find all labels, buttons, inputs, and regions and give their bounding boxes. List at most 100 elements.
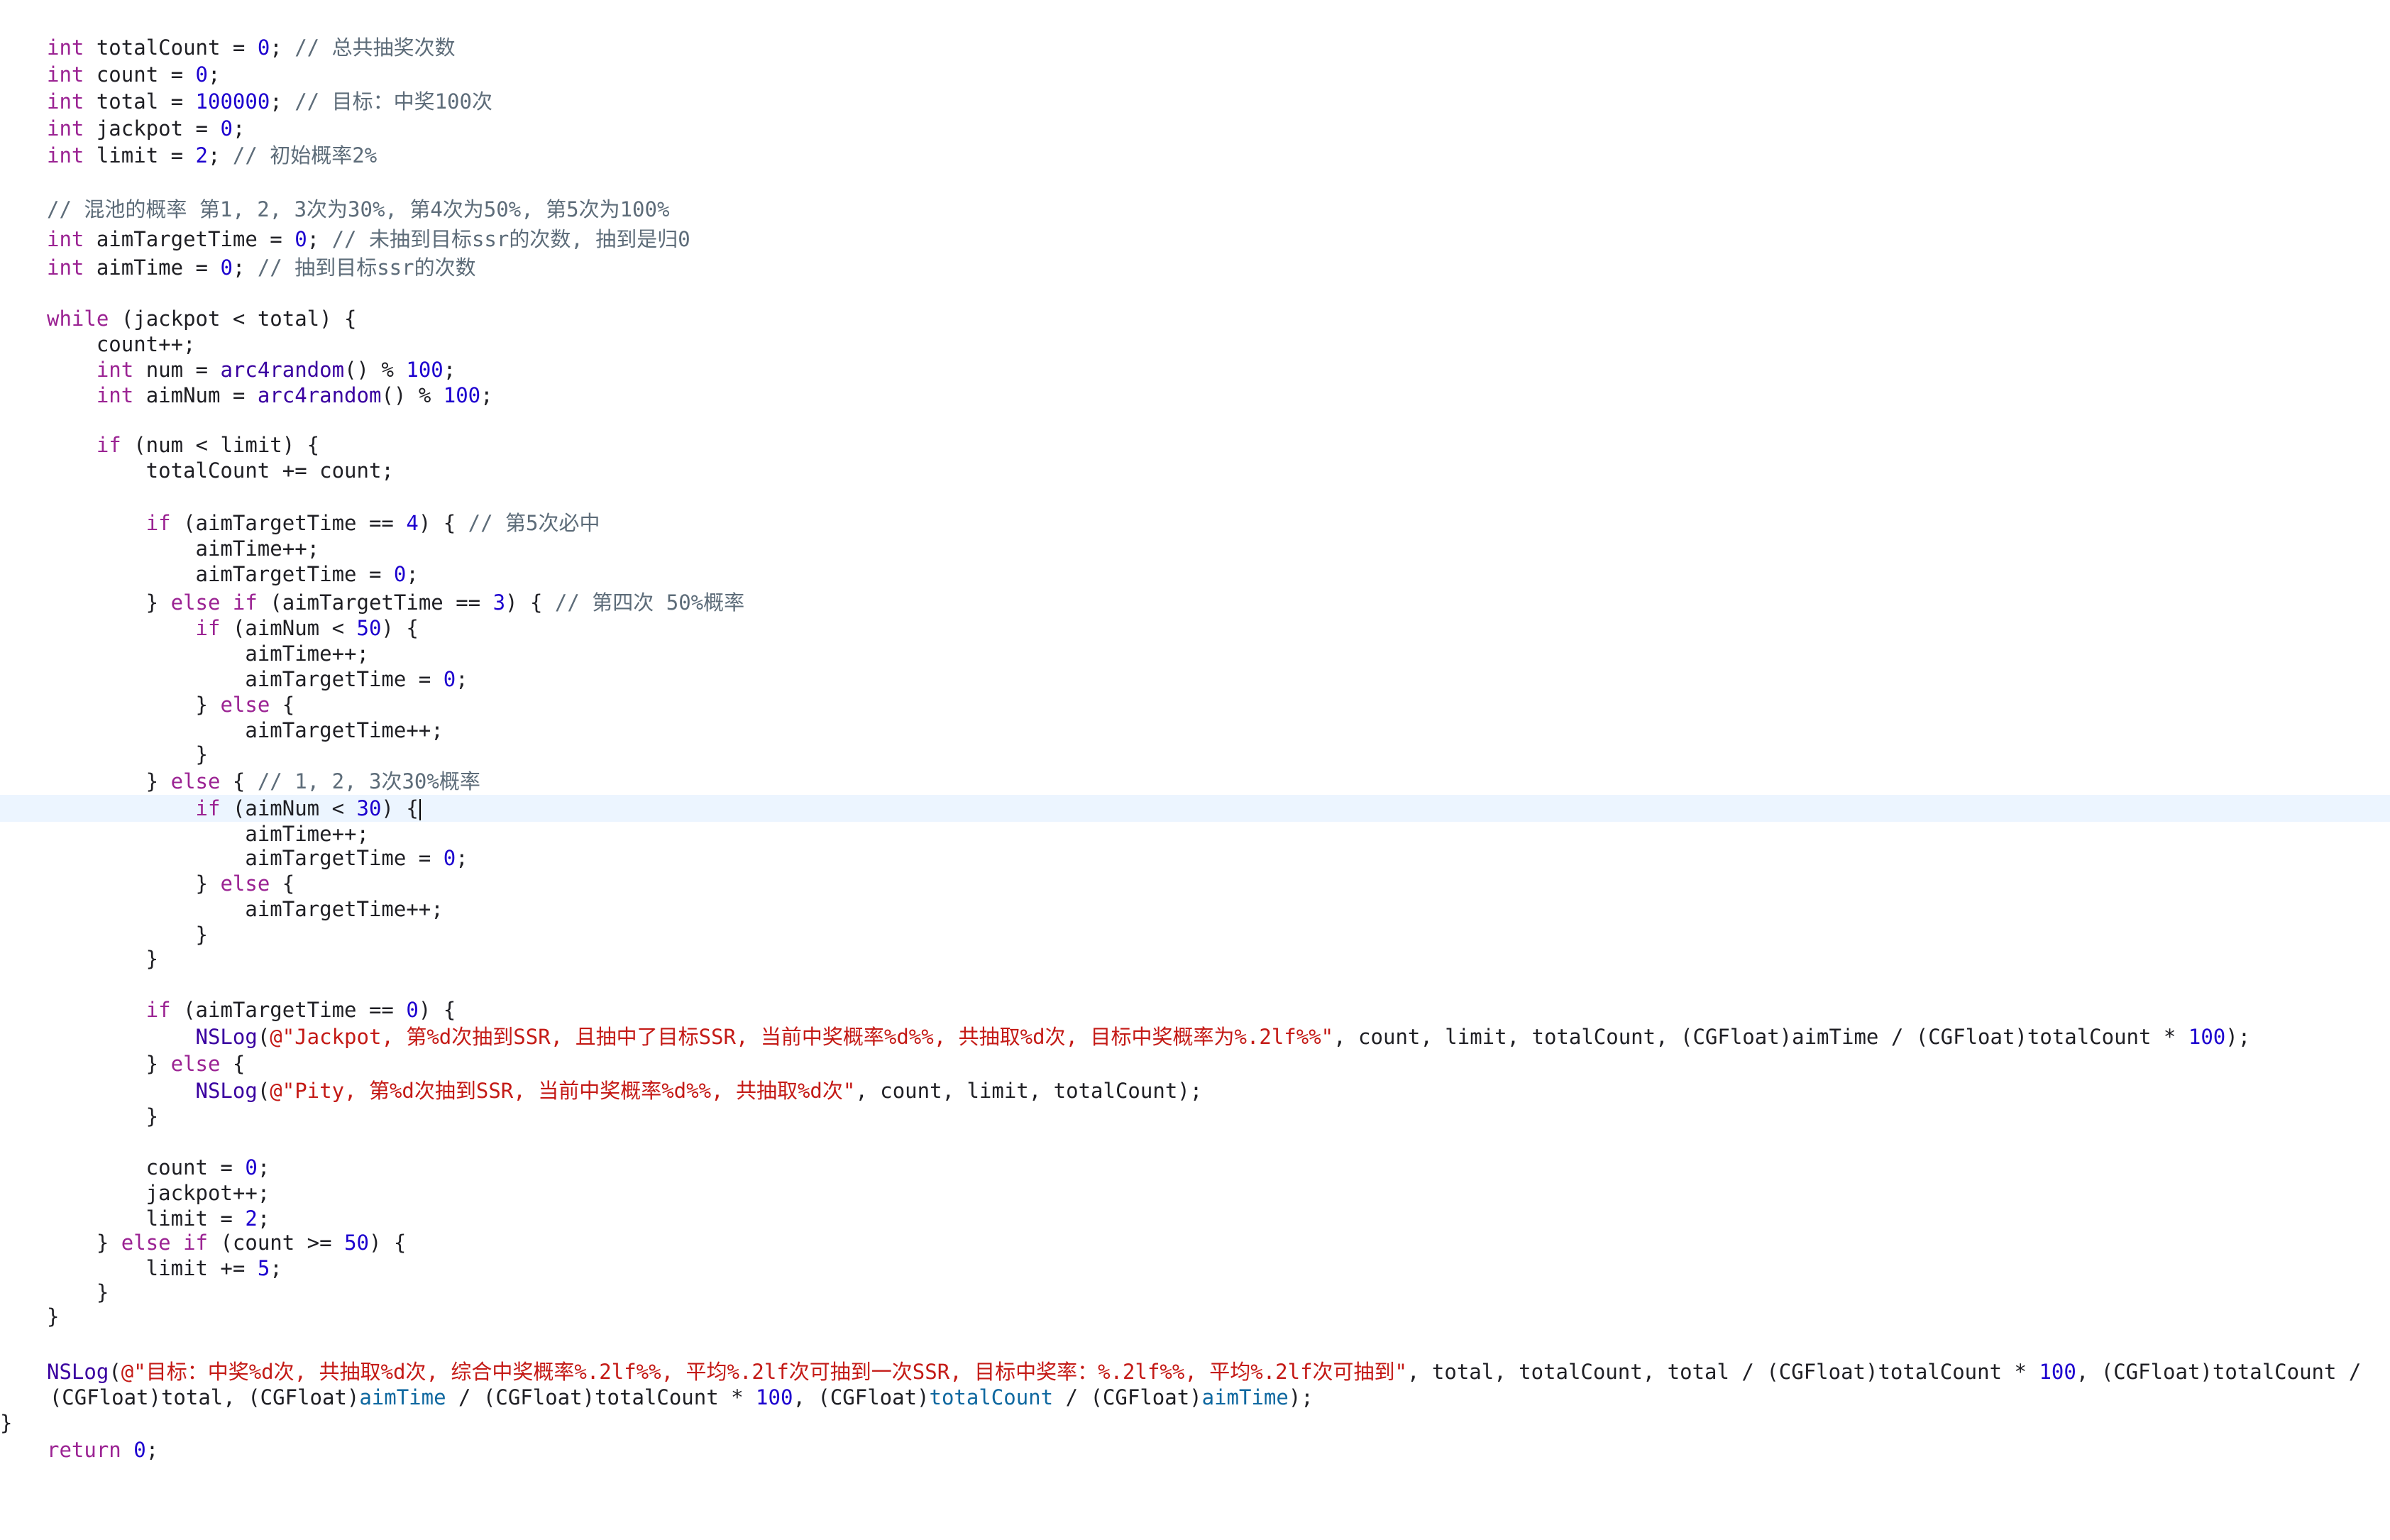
- code-token: aimTime++;: [47, 537, 320, 561]
- code-token: (: [109, 1360, 121, 1384]
- code-token: return: [47, 1438, 121, 1462]
- code-line[interactable]: }: [0, 741, 2390, 768]
- code-line[interactable]: aimTargetTime++;: [0, 717, 2390, 744]
- code-token: {: [270, 871, 295, 896]
- code-line[interactable]: count++;: [0, 331, 2390, 358]
- code-text: int totalCount = 0; // 总共抽奖次数: [47, 34, 456, 61]
- code-line[interactable]: }: [0, 921, 2390, 948]
- code-line[interactable]: int aimTime = 0; // 抽到目标ssr的次数: [0, 254, 2390, 281]
- code-line[interactable]: int totalCount = 0; // 总共抽奖次数: [0, 34, 2390, 61]
- code-line[interactable]: limit += 5;: [0, 1255, 2390, 1282]
- code-line[interactable]: if (aimTargetTime == 4) { // 第5次必中: [0, 510, 2390, 537]
- code-line[interactable]: [0, 971, 2390, 998]
- code-line[interactable]: int total = 100000; // 目标：中奖100次: [0, 88, 2390, 115]
- code-line[interactable]: totalCount += count;: [0, 457, 2390, 484]
- code-line[interactable]: }: [0, 945, 2390, 972]
- code-token: );: [1288, 1385, 1314, 1409]
- code-editor[interactable]: int totalCount = 0; // 总共抽奖次数 int count =…: [0, 0, 2390, 1540]
- code-token: ;: [307, 227, 332, 251]
- code-token: count =: [47, 1155, 246, 1179]
- code-line[interactable]: int num = arc4random() % 100;: [0, 356, 2390, 383]
- code-token: // 第四次 50%概率: [554, 590, 745, 615]
- code-text: }: [47, 741, 208, 768]
- code-line[interactable]: } else if (count >= 50) {: [0, 1229, 2390, 1256]
- code-token: else: [121, 1231, 171, 1255]
- code-token: // 未抽到目标ssr的次数, 抽到是归0: [331, 227, 690, 251]
- code-line[interactable]: aimTargetTime++;: [0, 896, 2390, 923]
- code-line[interactable]: [0, 169, 2390, 196]
- code-line[interactable]: int aimTargetTime = 0; // 未抽到目标ssr的次数, 抽…: [0, 226, 2390, 253]
- code-text: if (aimTargetTime == 4) { // 第5次必中: [47, 510, 600, 537]
- code-text: limit += 5;: [47, 1255, 282, 1282]
- code-line[interactable]: NSLog(@"Pity, 第%d次抽到SSR, 当前中奖概率%d%%, 共抽取…: [0, 1077, 2390, 1104]
- code-line[interactable]: int jackpot = 0;: [0, 115, 2390, 142]
- code-line[interactable]: } else {: [0, 870, 2390, 897]
- code-line[interactable]: } else { // 1, 2, 3次30%概率: [0, 768, 2390, 795]
- code-line[interactable]: aimTargetTime = 0;: [0, 666, 2390, 693]
- code-line[interactable]: [0, 407, 2390, 434]
- code-line[interactable]: } else if (aimTargetTime == 3) { // 第四次 …: [0, 589, 2390, 616]
- code-line[interactable]: if (aimNum < 30) {: [0, 795, 2390, 822]
- code-line[interactable]: NSLog(@"目标：中奖%d次, 共抽取%d次, 综合中奖概率%.2lf%%,…: [0, 1358, 2390, 1385]
- code-token: }: [47, 693, 221, 717]
- code-line[interactable]: } else {: [0, 1050, 2390, 1077]
- code-token: ;: [232, 116, 246, 141]
- code-token: else: [220, 871, 270, 896]
- code-line[interactable]: aimTargetTime = 0;: [0, 845, 2390, 871]
- code-line[interactable]: int count = 0;: [0, 61, 2390, 88]
- code-line[interactable]: count = 0;: [0, 1154, 2390, 1181]
- code-token: }: [47, 1280, 109, 1304]
- code-line[interactable]: aimTime++;: [0, 535, 2390, 562]
- code-line[interactable]: }: [0, 1279, 2390, 1306]
- code-line[interactable]: [0, 1128, 2390, 1155]
- code-token: }: [47, 923, 208, 947]
- code-token: , (CGFloat): [793, 1385, 930, 1409]
- code-line[interactable]: } else {: [0, 691, 2390, 718]
- code-line[interactable]: // 混池的概率 第1, 2, 3次为30%, 第4次为50%, 第5次为100…: [0, 196, 2390, 223]
- code-line[interactable]: aimTime++;: [0, 820, 2390, 847]
- code-token: // 第5次必中: [468, 511, 600, 535]
- code-line[interactable]: (CGFloat)total, (CGFloat)aimTime / (CGFl…: [0, 1384, 2390, 1411]
- code-token: NSLog: [195, 1079, 258, 1103]
- code-token: int: [47, 143, 84, 167]
- code-line[interactable]: return 0;: [0, 1436, 2390, 1463]
- code-line[interactable]: while (jackpot < total) {: [0, 305, 2390, 332]
- code-token: , count, limit, totalCount);: [855, 1079, 1203, 1103]
- code-text: int total = 100000; // 目标：中奖100次: [47, 88, 492, 115]
- code-token: 0: [245, 1155, 258, 1179]
- code-line[interactable]: if (aimNum < 50) {: [0, 615, 2390, 642]
- code-line[interactable]: jackpot++;: [0, 1179, 2390, 1206]
- code-line[interactable]: limit = 2;: [0, 1205, 2390, 1232]
- code-token: ) {: [505, 590, 555, 615]
- code-line[interactable]: NSLog(@"Jackpot, 第%d次抽到SSR, 且抽中了目标SSR, 当…: [0, 1023, 2390, 1050]
- code-token: // 初始概率2%: [232, 143, 378, 167]
- code-line[interactable]: int aimNum = arc4random() % 100;: [0, 382, 2390, 409]
- code-line[interactable]: }: [0, 1103, 2390, 1130]
- code-line[interactable]: int limit = 2; // 初始概率2%: [0, 142, 2390, 169]
- code-line[interactable]: if (aimTargetTime == 0) {: [0, 996, 2390, 1023]
- code-token: 30: [356, 796, 382, 820]
- code-token: else: [220, 693, 270, 717]
- code-line[interactable]: if (num < limit) {: [0, 431, 2390, 458]
- code-text: aimTargetTime++;: [47, 717, 443, 744]
- code-line[interactable]: }: [0, 1303, 2390, 1330]
- code-token: 0: [393, 562, 407, 586]
- code-text: if (aimNum < 30) {: [47, 795, 421, 822]
- code-text: int limit = 2; // 初始概率2%: [47, 142, 377, 169]
- code-token: 0: [195, 62, 208, 87]
- code-token: aimNum =: [133, 383, 258, 407]
- code-line[interactable]: }: [0, 1409, 2390, 1436]
- code-text: } else {: [47, 870, 295, 897]
- code-line[interactable]: [0, 483, 2390, 510]
- code-line[interactable]: aimTargetTime = 0;: [0, 561, 2390, 588]
- code-text: count++;: [47, 331, 196, 358]
- code-token: 2: [195, 143, 208, 167]
- code-token: if: [195, 796, 221, 820]
- code-token: 100: [756, 1385, 793, 1409]
- code-line[interactable]: aimTime++;: [0, 640, 2390, 667]
- code-line[interactable]: [0, 1329, 2390, 1355]
